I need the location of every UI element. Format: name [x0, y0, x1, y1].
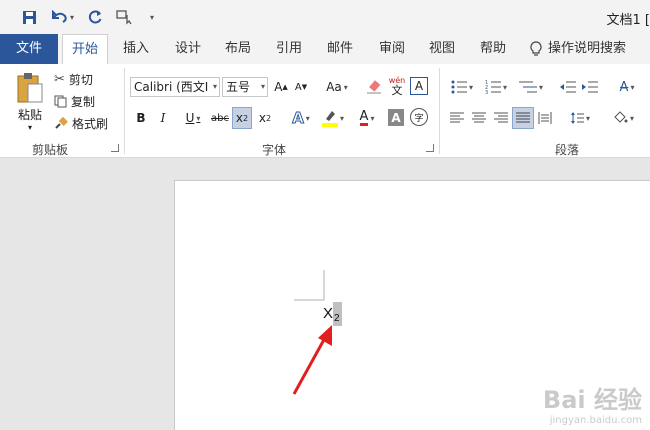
ribbon-home: 粘贴 ▾ ✂ 剪切 复制 格式刷 剪贴板 Calibri (西文I ▾ 五号 ▾ A ▲…: [0, 64, 650, 158]
distributed-icon[interactable]: [536, 108, 554, 128]
font-color-icon: A: [359, 109, 369, 126]
font-name-combo[interactable]: Calibri (西文I ▾: [130, 77, 220, 97]
align-left-icon[interactable]: [448, 108, 466, 128]
subscript-button[interactable]: x2: [232, 107, 252, 129]
red-arrow-annotation: [292, 325, 332, 395]
clipboard-launcher[interactable]: [111, 144, 119, 152]
change-case-button[interactable]: Aa ▾: [322, 77, 352, 97]
decrease-indent-icon[interactable]: [558, 77, 578, 97]
tell-me-search[interactable]: 操作说明搜索: [530, 34, 644, 64]
underline-button[interactable]: U ▾: [178, 108, 208, 128]
tab-design[interactable]: 设计: [166, 34, 210, 64]
superscript-button[interactable]: x2: [256, 108, 274, 128]
quick-access-toolbar: ▾ ▾ 文档1 [: [0, 0, 650, 34]
shrink-font-icon[interactable]: A ▼: [292, 77, 310, 97]
font-group-label: 字体: [262, 143, 287, 157]
clipboard-group-label: 剪贴板: [32, 143, 69, 157]
tab-review[interactable]: 审阅: [370, 34, 414, 64]
document-text: X: [323, 305, 334, 322]
highlight-color-button[interactable]: ▾: [318, 108, 348, 128]
line-spacing-icon: [570, 112, 584, 124]
scissors-icon: ✂: [54, 71, 65, 87]
character-shading-button[interactable]: A: [388, 109, 404, 126]
group-separator: [124, 68, 125, 154]
ribbon-tabs: 文件 开始 插入 设计 布局 引用 邮件 审阅 视图 帮助 操作说明搜索: [0, 34, 650, 65]
tab-insert[interactable]: 插入: [114, 34, 158, 64]
font-size-combo[interactable]: 五号 ▾: [222, 77, 268, 97]
align-center-icon[interactable]: [470, 108, 488, 128]
cut-label: 剪切: [68, 72, 93, 87]
text-effects-button[interactable]: A ▾: [286, 108, 316, 128]
format-painter-button[interactable]: 格式刷: [54, 114, 114, 132]
paintbrush-icon: [55, 116, 68, 129]
italic-button[interactable]: I: [156, 108, 170, 128]
phonetic-guide-button[interactable]: wén 文: [386, 74, 408, 98]
undo-button[interactable]: ▾: [50, 8, 76, 26]
chinese-layout-button[interactable]: A̶ ▾: [612, 77, 642, 97]
font-color-button[interactable]: A ▾: [352, 108, 382, 128]
watermark: Bai 经验 jingyan.baidu.com: [543, 380, 642, 426]
enclose-char: 字: [414, 113, 424, 124]
tab-references[interactable]: 引用: [267, 34, 311, 64]
numbering-button[interactable]: 1 2 3 ▾: [482, 77, 510, 97]
text-effects-icon: A: [292, 109, 305, 128]
shading-button[interactable]: ▾: [608, 108, 638, 128]
font-launcher[interactable]: [426, 144, 434, 152]
strikethrough-button[interactable]: abc: [210, 108, 230, 128]
watermark-brand: Bai 经验: [542, 386, 642, 414]
svg-text:3: 3: [485, 90, 488, 94]
tab-file[interactable]: 文件: [0, 34, 58, 64]
numbered-list-icon: 123: [485, 80, 501, 94]
tab-home[interactable]: 开始: [62, 34, 108, 65]
align-right-icon[interactable]: [492, 108, 510, 128]
copy-icon: [54, 95, 67, 107]
tab-help[interactable]: 帮助: [471, 34, 515, 64]
justify-icon[interactable]: [512, 107, 534, 129]
enclose-characters-button[interactable]: 字: [410, 108, 428, 126]
grow-font-icon[interactable]: A ▲: [272, 77, 290, 97]
group-separator: [439, 68, 440, 154]
tab-mailings[interactable]: 邮件: [318, 34, 362, 64]
paste-button[interactable]: 粘贴: [14, 106, 46, 122]
character-border-char: A: [414, 79, 424, 93]
multilevel-list-icon: [518, 81, 537, 93]
increase-indent-icon[interactable]: [580, 77, 600, 97]
font-size-value: 五号: [226, 80, 251, 94]
copy-label: 复制: [71, 94, 96, 109]
chevron-down-icon: ▾: [212, 82, 217, 91]
cut-button[interactable]: ✂ 剪切: [54, 70, 100, 88]
chevron-down-icon: ▾: [260, 82, 265, 91]
format-painter-label: 格式刷: [72, 116, 109, 131]
paragraph-group-label: 段落: [555, 143, 580, 157]
clear-formatting-icon[interactable]: [364, 77, 384, 97]
watermark-url: jingyan.baidu.com: [549, 415, 642, 426]
font-name-value: Calibri (西文I: [134, 80, 209, 94]
document-title: 文档1 [: [606, 13, 650, 28]
lightbulb-icon: [530, 41, 542, 56]
character-border-button[interactable]: A: [410, 77, 428, 95]
paste-icon[interactable]: [12, 70, 48, 106]
save-icon[interactable]: [20, 8, 38, 26]
tab-layout[interactable]: 布局: [216, 34, 260, 64]
phonetic-guide-char: 文: [391, 84, 403, 97]
customize-qat-icon[interactable]: ▾: [146, 8, 158, 26]
margin-corner-mark: [294, 270, 325, 301]
touch-mode-icon[interactable]: [114, 8, 134, 26]
copy-button[interactable]: 复制: [54, 92, 100, 110]
bullets-button[interactable]: ▾: [448, 77, 476, 97]
bold-button[interactable]: B: [134, 108, 148, 128]
tell-me-label: 操作说明搜索: [548, 41, 627, 56]
paint-bucket-icon: [614, 111, 628, 123]
paste-dropdown[interactable]: ▾: [24, 122, 36, 132]
highlighter-icon: [321, 111, 338, 127]
chinese-layout-icon: A̶: [619, 79, 629, 95]
bullet-list-icon: [451, 80, 467, 94]
tab-view[interactable]: 视图: [420, 34, 464, 64]
redo-icon[interactable]: [86, 8, 104, 26]
line-spacing-button[interactable]: ▾: [566, 108, 594, 128]
multilevel-list-button[interactable]: ▾: [516, 77, 546, 97]
